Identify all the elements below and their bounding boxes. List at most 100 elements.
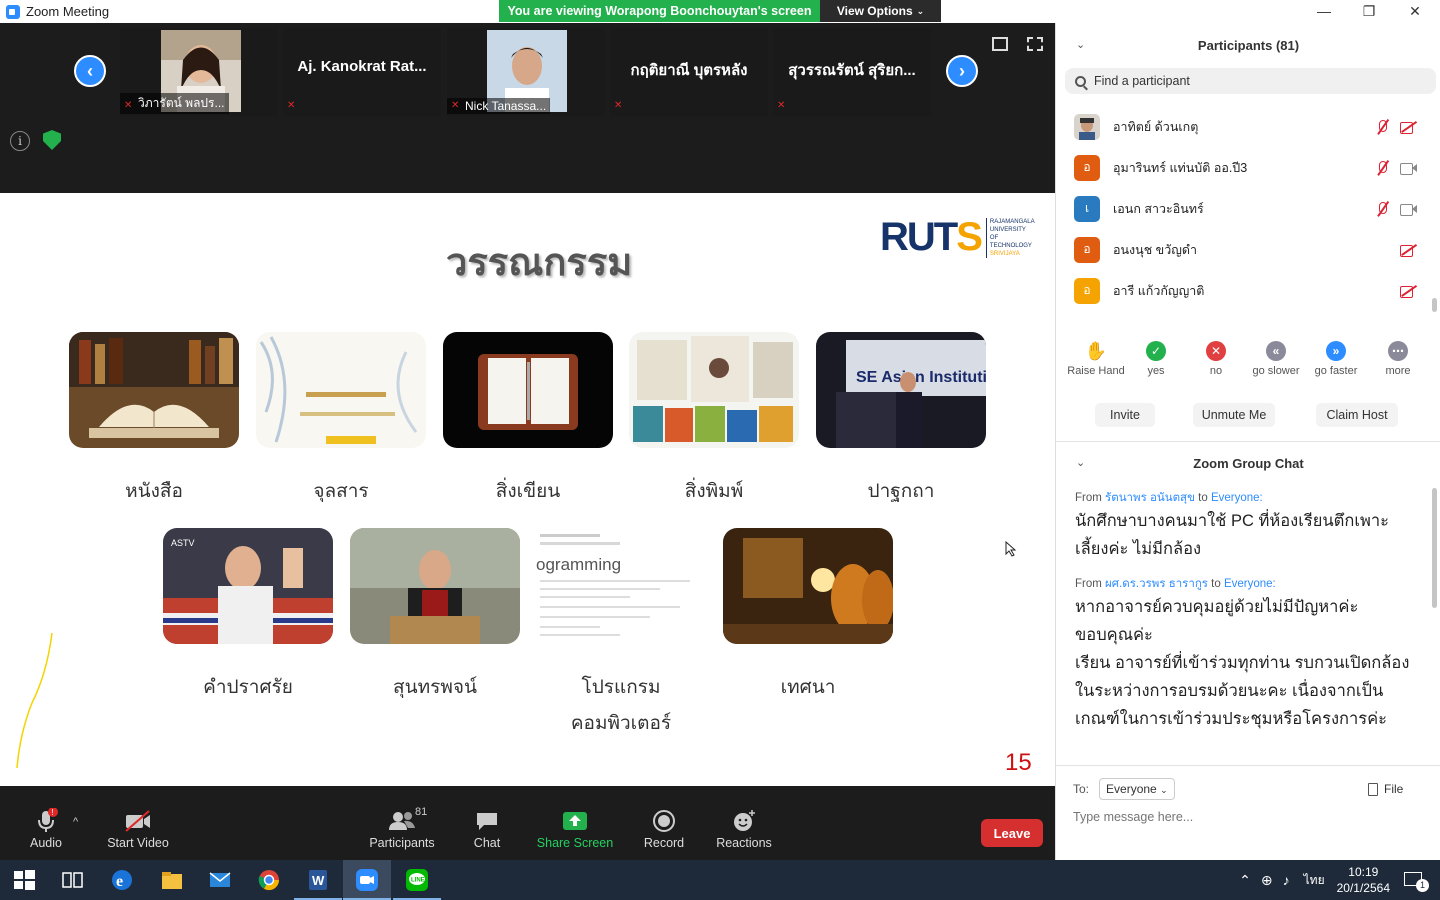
- mail-icon[interactable]: [208, 868, 232, 892]
- sermon-image: [723, 528, 894, 644]
- rewind-icon: «: [1266, 341, 1286, 361]
- share-screen-button[interactable]: Share Screen: [530, 806, 620, 850]
- record-button[interactable]: Record: [619, 806, 709, 850]
- svg-text:ASTV: ASTV: [171, 538, 195, 548]
- item-label: เทศนา: [780, 676, 836, 698]
- mic-muted-icon: ✕: [451, 100, 460, 111]
- task-view-icon[interactable]: [60, 868, 84, 892]
- file-explorer-icon[interactable]: [160, 868, 184, 892]
- raise-hand-button[interactable]: ✋ Raise Hand: [1066, 341, 1126, 378]
- video-off-icon: [1400, 120, 1418, 134]
- participants-count: 81: [415, 806, 428, 818]
- video-tile[interactable]: วิภารัตน์ พลปร... ✕: [120, 28, 278, 116]
- go-faster-button[interactable]: » go faster: [1306, 341, 1366, 377]
- clock[interactable]: 10:19 20/1/2564: [1337, 864, 1390, 896]
- volume-icon[interactable]: ♪: [1283, 872, 1290, 888]
- reactions-label: Reactions: [716, 836, 772, 850]
- shared-slide: วรรณกรรม RUTS RAJAMANGALA UNIVERSITY OF …: [0, 193, 1055, 786]
- screen-share-banner: You are viewing Worapong Boonchouytan's …: [499, 0, 820, 22]
- audio-options-caret[interactable]: ^: [73, 816, 78, 828]
- sender-name[interactable]: รัตนาพร อนันตสุข: [1105, 492, 1195, 504]
- reaction-label: Raise Hand: [1067, 365, 1125, 377]
- minimize-button[interactable]: —: [1301, 0, 1347, 22]
- participant-row[interactable]: อ อารี แก้วกัญญาติ: [1056, 270, 1426, 311]
- video-tile[interactable]: กฤติยาณี บุตรหลัง ✕: [610, 28, 768, 116]
- sender-name[interactable]: ผศ.ดร.วรพร ธารากูร: [1105, 578, 1208, 590]
- yes-button[interactable]: ✓ yes: [1126, 341, 1186, 377]
- slide-item-program: ogramming โปรแกรม คอมพิวเตอร์: [536, 528, 706, 741]
- audio-button[interactable]: ! Audio: [1, 806, 91, 850]
- edge-browser-icon[interactable]: e: [110, 868, 134, 892]
- participant-search[interactable]: Find a participant: [1065, 68, 1436, 94]
- claim-host-button[interactable]: Claim Host: [1316, 403, 1398, 427]
- item-label: โปรแกรม คอมพิวเตอร์: [570, 676, 672, 734]
- maximize-button[interactable]: ❐: [1346, 0, 1392, 22]
- info-icon[interactable]: i: [10, 131, 30, 151]
- avatar: อ: [1074, 154, 1100, 181]
- windows-taskbar: e W LINE ⌃ ⊕ ♪ ไทย 10:19 20/1/2564 1: [0, 860, 1440, 900]
- windows-start-icon[interactable]: [12, 868, 36, 892]
- recipient-name: Everyone:: [1223, 578, 1276, 590]
- no-button[interactable]: ✕ no: [1186, 341, 1246, 377]
- video-tile[interactable]: Aj. Kanokrat Rat... ✕: [283, 28, 441, 116]
- line-app-icon[interactable]: LINE: [405, 868, 429, 892]
- participants-button[interactable]: 81 Participants: [357, 806, 447, 850]
- video-on-icon: [1400, 202, 1418, 216]
- slide-item-book: หนังสือ: [69, 332, 239, 509]
- video-tile[interactable]: สุวรรณรัตน์ สุริยก... ✕: [773, 28, 931, 116]
- go-slower-button[interactable]: « go slower: [1246, 341, 1306, 377]
- chat-message-input[interactable]: [1073, 810, 1413, 824]
- tile-caption: วิภารัตน์ พลปร...: [120, 93, 229, 114]
- reaction-label: yes: [1147, 365, 1165, 377]
- fullscreen-icon[interactable]: [1027, 37, 1043, 51]
- participant-row[interactable]: อ อนงนุช ขวัญดำ: [1056, 229, 1426, 270]
- mic-muted-icon: ✕: [124, 100, 133, 111]
- chat-sender-line: From รัตนาพร อนันตสุข to Everyone:: [1075, 489, 1263, 507]
- more-reactions-button[interactable]: ⋯ more: [1368, 341, 1428, 377]
- video-tile[interactable]: Nick Tanassa... ✕: [447, 28, 605, 116]
- chrome-icon[interactable]: [257, 868, 281, 892]
- unmute-me-button[interactable]: Unmute Me: [1193, 403, 1275, 427]
- participant-row[interactable]: อ อุมารินทร์ แท่นบัติ ออ.ปี3: [1056, 147, 1426, 188]
- tile-name: กฤติยาณี บุตรหลัง: [630, 62, 748, 79]
- network-globe-icon[interactable]: ⊕: [1261, 872, 1273, 889]
- reactions-button[interactable]: Reactions: [699, 806, 789, 850]
- recipient-select[interactable]: Everyone ⌄: [1099, 778, 1175, 800]
- share-screen-label: Share Screen: [536, 836, 614, 850]
- logo-sub-3: SRIVIJAYA: [989, 250, 1020, 257]
- item-label: จุลสาร: [313, 480, 369, 502]
- chevron-up-icon[interactable]: ⌃: [1239, 872, 1251, 889]
- invite-button[interactable]: Invite: [1095, 403, 1155, 427]
- layout-icon[interactable]: [992, 37, 1008, 51]
- file-label: File: [1384, 782, 1404, 796]
- chat-scrollbar[interactable]: [1432, 488, 1437, 608]
- meeting-toolbar: ! Audio ^ Start Video 81 Participants Ch…: [0, 786, 1055, 860]
- panel-divider: [1056, 441, 1440, 442]
- logo-s: S: [956, 215, 983, 259]
- close-button[interactable]: ✕: [1392, 0, 1438, 22]
- security-shield-icon[interactable]: [43, 130, 61, 150]
- file-button[interactable]: File: [1368, 782, 1403, 796]
- prev-page-button[interactable]: ‹: [74, 55, 106, 87]
- notifications-button[interactable]: 1: [1404, 870, 1429, 892]
- item-label: คำปราศรัย: [203, 676, 293, 698]
- mic-muted-icon: ✕: [777, 100, 786, 111]
- chat-button[interactable]: Chat: [442, 806, 532, 850]
- participants-scrollbar[interactable]: [1432, 298, 1437, 312]
- word-icon[interactable]: W: [306, 868, 330, 892]
- zoom-taskbar-icon[interactable]: [355, 868, 379, 892]
- video-off-icon: [1400, 284, 1418, 298]
- recipient-name: Everyone:: [1210, 492, 1263, 504]
- participant-row[interactable]: เ เอนก สาวะอินทร์: [1056, 188, 1426, 229]
- start-video-button[interactable]: Start Video: [93, 806, 183, 850]
- participants-title: Participants (81): [1197, 38, 1300, 53]
- view-options-button[interactable]: View Options ⌄: [820, 0, 941, 22]
- svg-text:W: W: [312, 873, 325, 888]
- participant-name: อนงนุช ขวัญดำ: [1113, 242, 1198, 257]
- participant-row[interactable]: อาทิตย์ ด้วนเกตุ: [1056, 106, 1426, 147]
- reaction-label: go slower: [1252, 365, 1300, 377]
- next-page-button[interactable]: ›: [946, 55, 978, 87]
- leave-button[interactable]: Leave: [981, 819, 1043, 847]
- fast-forward-icon: »: [1326, 341, 1346, 361]
- language-indicator[interactable]: ไทย: [1304, 871, 1325, 890]
